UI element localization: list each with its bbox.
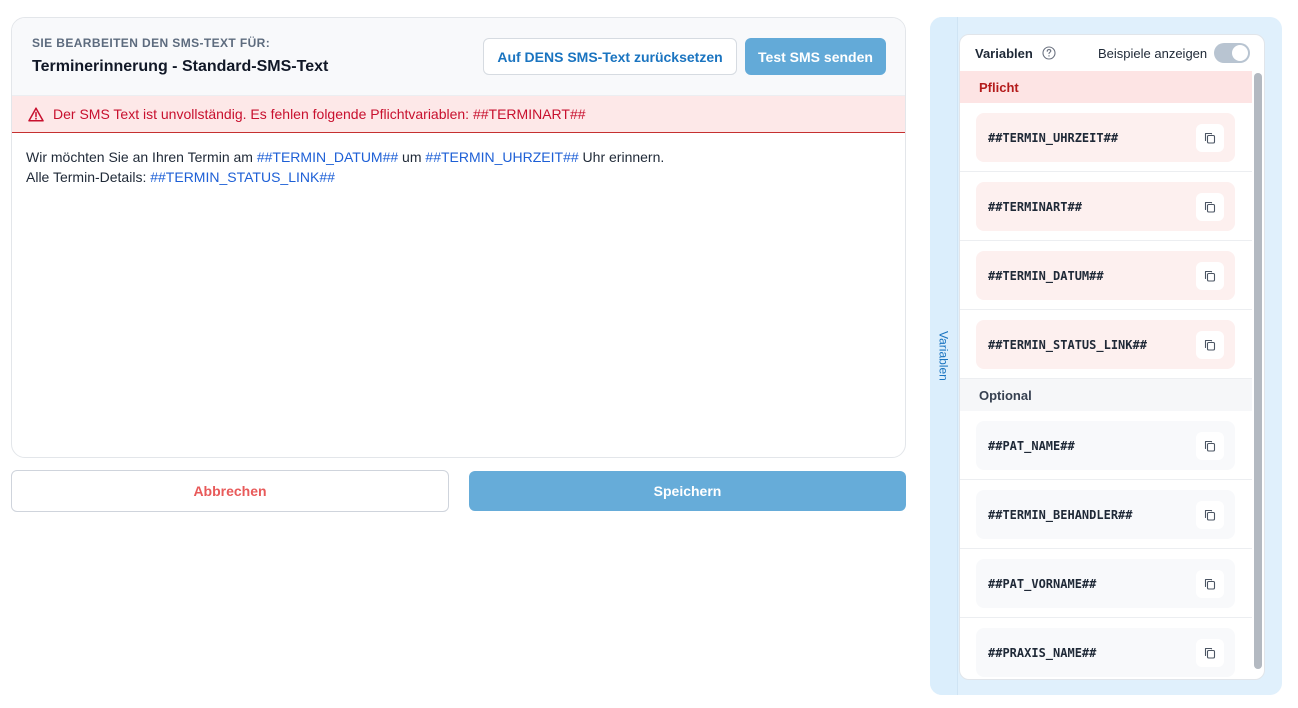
variable-name: ##TERMIN_DATUM## (988, 268, 1104, 283)
copy-icon (1204, 270, 1216, 282)
sms-text-segment: Uhr erinnern. (578, 149, 665, 165)
copy-icon (1204, 339, 1216, 351)
variable-row: ##TERMINART## (960, 172, 1252, 241)
toggle-knob (1232, 45, 1248, 61)
copy-icon (1204, 440, 1216, 452)
variable-name: ##PAT_NAME## (988, 438, 1075, 453)
reset-to-default-button[interactable]: Auf DENS SMS-Text zurücksetzen (483, 38, 737, 75)
copy-variable-button[interactable] (1196, 639, 1224, 667)
copy-variable-button[interactable] (1196, 124, 1224, 152)
copy-icon (1204, 509, 1216, 521)
variable-name: ##PAT_VORNAME## (988, 576, 1097, 591)
copy-variable-button[interactable] (1196, 432, 1224, 460)
optional-variables: ##PAT_NAME## ##TERMIN_BEHANDLER## ##PAT_VO… (960, 411, 1252, 679)
variable-chip[interactable]: ##TERMIN_BEHANDLER## (976, 490, 1235, 539)
warning-triangle-icon (28, 106, 44, 122)
variable-name: ##TERMIN_BEHANDLER## (988, 507, 1133, 522)
copy-variable-button[interactable] (1196, 501, 1224, 529)
sms-text-segment: Wir möchten Sie an Ihren Termin am (26, 149, 257, 165)
examples-toggle[interactable] (1214, 43, 1250, 63)
error-banner: Der SMS Text ist unvollständig. Es fehle… (12, 96, 905, 133)
required-variables: ##TERMIN_UHRZEIT## ##TERMINART## ##TERMIN_… (960, 103, 1252, 379)
variable-chip[interactable]: ##PAT_NAME## (976, 421, 1235, 470)
question-circle-icon[interactable] (1042, 46, 1056, 65)
sms-text-line-2: Alle Termin-Details: ##TERMIN_STATUS_LIN… (26, 167, 891, 187)
variable-chip[interactable]: ##TERMINART## (976, 182, 1235, 231)
variable-row: ##TERMIN_DATUM## (960, 241, 1252, 310)
variable-row: ##PAT_VORNAME## (960, 549, 1252, 618)
editor-header: SIE BEARBEITEN DEN SMS-TEXT FÜR: Termine… (12, 18, 905, 96)
variables-panel-header: Variablen Beispiele anzeigen (960, 35, 1264, 71)
variable-token: ##TERMIN_STATUS_LINK## (150, 169, 335, 185)
copy-icon (1204, 132, 1216, 144)
variable-name: ##TERMIN_STATUS_LINK## (988, 337, 1147, 352)
variable-row: ##PRAXIS_NAME## (960, 618, 1252, 679)
copy-icon (1204, 647, 1216, 659)
variable-name: ##TERMINART## (988, 199, 1082, 214)
copy-icon (1204, 578, 1216, 590)
variable-token: ##TERMIN_DATUM## (256, 149, 399, 165)
copy-variable-button[interactable] (1196, 262, 1224, 290)
variable-name: ##TERMIN_UHRZEIT## (988, 130, 1119, 145)
variables-tab-label: Variablen (936, 331, 951, 381)
variable-row: ##PAT_NAME## (960, 411, 1252, 480)
variable-row: ##TERMIN_UHRZEIT## (960, 103, 1252, 172)
sms-text-line-1: Wir möchten Sie an Ihren Termin am ##TER… (26, 147, 891, 167)
copy-icon (1204, 201, 1216, 213)
editor-eyebrow: SIE BEARBEITEN DEN SMS-TEXT FÜR: (32, 36, 271, 50)
editor-title: Terminerinnerung - Standard-SMS-Text (32, 58, 329, 75)
variables-list: Pflicht ##TERMIN_UHRZEIT## ##TERMINART## #… (960, 71, 1252, 679)
variables-drawer-tab[interactable]: Variablen (930, 17, 958, 695)
required-section-header: Pflicht (960, 71, 1252, 103)
variable-chip[interactable]: ##TERMIN_STATUS_LINK## (976, 320, 1235, 369)
scrollbar-thumb[interactable] (1254, 73, 1262, 669)
variable-row: ##TERMIN_STATUS_LINK## (960, 310, 1252, 379)
variable-chip[interactable]: ##TERMIN_UHRZEIT## (976, 113, 1235, 162)
variable-chip[interactable]: ##PRAXIS_NAME## (976, 628, 1235, 677)
copy-variable-button[interactable] (1196, 331, 1224, 359)
examples-toggle-label: Beispiele anzeigen (1098, 46, 1208, 61)
sms-text-segment: um (398, 149, 426, 165)
error-message: Der SMS Text ist unvollständig. Es fehle… (53, 106, 586, 122)
sms-text-area[interactable]: Wir möchten Sie an Ihren Termin am ##TER… (12, 133, 905, 201)
variables-header-label: Variablen (975, 46, 1033, 61)
save-button[interactable]: Speichern (469, 471, 906, 511)
sms-editor-card: SIE BEARBEITEN DEN SMS-TEXT FÜR: Termine… (11, 17, 906, 458)
copy-variable-button[interactable] (1196, 570, 1224, 598)
optional-section-header: Optional (960, 379, 1252, 411)
variables-scrollbar[interactable] (1254, 73, 1262, 669)
cancel-button[interactable]: Abbrechen (11, 470, 449, 512)
variable-name: ##PRAXIS_NAME## (988, 645, 1097, 660)
variable-chip[interactable]: ##PAT_VORNAME## (976, 559, 1235, 608)
variables-panel: Variablen Beispiele anzeigen Pflicht ##T… (959, 34, 1265, 680)
variable-chip[interactable]: ##TERMIN_DATUM## (976, 251, 1235, 300)
variable-token: ##TERMIN_UHRZEIT## (425, 149, 579, 165)
send-test-sms-button[interactable]: Test SMS senden (745, 38, 886, 75)
sms-text-segment: Alle Termin-Details: (26, 169, 151, 185)
variable-row: ##TERMIN_BEHANDLER## (960, 480, 1252, 549)
copy-variable-button[interactable] (1196, 193, 1224, 221)
